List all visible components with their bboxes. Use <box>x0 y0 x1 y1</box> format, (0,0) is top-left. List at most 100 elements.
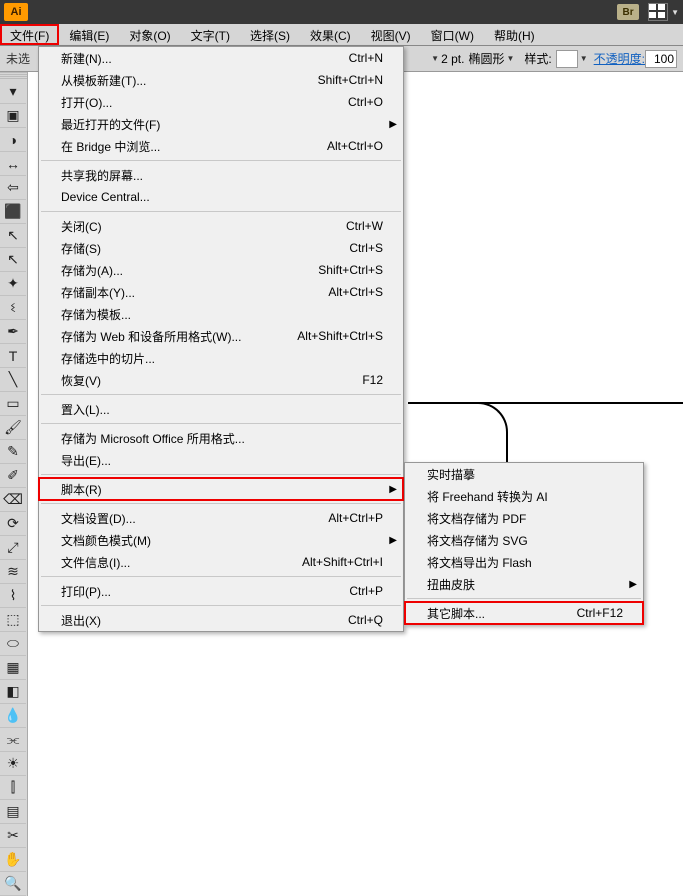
menu-item[interactable]: 扭曲皮肤▶ <box>405 573 643 595</box>
menu-shortcut: Ctrl+P <box>349 584 383 598</box>
menu-item[interactable]: 存储选中的切片... <box>39 347 403 369</box>
tool-zoom[interactable]: 🔍 <box>0 872 26 896</box>
script-submenu: 实时描摹将 Freehand 转换为 AI 将文档存储为 PDF 将文档存储为 SV… <box>404 462 644 625</box>
menu-item[interactable]: 退出(X)Ctrl+Q <box>39 609 403 631</box>
menu-效果[interactable]: 效果(C) <box>300 24 361 45</box>
menu-item[interactable]: 在 Bridge 中浏览...Alt+Ctrl+O <box>39 135 403 157</box>
menu-shortcut: F12 <box>362 373 383 387</box>
menu-item-label: 将文档存储为 PDF <box>427 510 623 527</box>
tool-freet[interactable]: ⬚ <box>0 608 26 632</box>
tool-graph[interactable]: ⫿ <box>0 776 26 800</box>
tool-direct[interactable]: ↖ <box>0 248 26 272</box>
menu-item[interactable]: 置入(L)... <box>39 398 403 420</box>
tool-rotate[interactable]: ⟳ <box>0 512 26 536</box>
tool-shape[interactable]: ⬭ <box>0 632 26 656</box>
tool-⬛[interactable]: ⬛ <box>0 200 26 224</box>
menu-item[interactable]: 存储副本(Y)...Alt+Ctrl+S <box>39 281 403 303</box>
panel-grip[interactable] <box>0 72 27 80</box>
menu-视图[interactable]: 视图(V) <box>361 24 421 45</box>
chevron-down-icon[interactable]: ▼ <box>506 54 514 63</box>
menu-item[interactable]: 关闭(C)Ctrl+W <box>39 215 403 237</box>
tool-scale[interactable]: ⤢ <box>0 536 26 560</box>
tool-▾[interactable]: ▾ <box>0 80 26 104</box>
menu-帮助[interactable]: 帮助(H) <box>484 24 545 45</box>
menu-item[interactable]: 共享我的屏幕... <box>39 164 403 186</box>
tool-eraser[interactable]: ⌫ <box>0 488 26 512</box>
tool-magic[interactable]: ✦ <box>0 272 26 296</box>
menu-item[interactable]: 存储为 Web 和设备所用格式(W)...Alt+Shift+Ctrl+S <box>39 325 403 347</box>
menu-item[interactable]: 存储为 Microsoft Office 所用格式... <box>39 427 403 449</box>
tool-artb[interactable]: ▤ <box>0 800 26 824</box>
tool-symbol[interactable]: ☀ <box>0 752 26 776</box>
opacity-label[interactable]: 不透明度: <box>594 50 645 67</box>
menu-item[interactable]: 恢复(V)F12 <box>39 369 403 391</box>
chevron-down-icon[interactable]: ▼ <box>671 8 679 17</box>
tool-rect[interactable]: ▭ <box>0 392 26 416</box>
menu-item[interactable]: 导出(E)... <box>39 449 403 471</box>
menu-separator <box>41 423 401 424</box>
tool-pencil[interactable]: ✎ <box>0 440 26 464</box>
tool-brush[interactable]: 🖌 <box>0 416 26 440</box>
tool-blob[interactable]: ✐ <box>0 464 26 488</box>
menu-item-label: 将文档导出为 Flash <box>427 554 623 571</box>
graphic-style-swatch[interactable] <box>556 50 578 68</box>
menu-item[interactable]: 其它脚本...Ctrl+F12 <box>405 602 643 624</box>
menu-编辑[interactable]: 编辑(E) <box>59 24 119 45</box>
menu-item[interactable]: Device Central... <box>39 186 403 208</box>
menu-item-label: 最近打开的文件(F) <box>61 116 383 133</box>
bridge-icon[interactable]: Br <box>617 4 639 20</box>
menu-item[interactable]: 将 Freehand 转换为 AI <box>405 485 643 507</box>
menu-item[interactable]: 文件信息(I)...Alt+Shift+Ctrl+I <box>39 551 403 573</box>
tool-⇦[interactable]: ⇦ <box>0 176 26 200</box>
tool-◑[interactable]: ◑ <box>0 128 26 152</box>
tools-panel: ▾▣◑↔⇦⬛↖↖✦ଽ✒T╲▭🖌✎✐⌫⟳⤢≋⌇⬚⬭▦◧💧⫘☀⫿▤✂✋🔍 <box>0 72 28 896</box>
menu-item[interactable]: 将文档存储为 PDF <box>405 507 643 529</box>
menu-item[interactable]: 存储为(A)...Shift+Ctrl+S <box>39 259 403 281</box>
arrange-docs-icon[interactable] <box>649 4 667 20</box>
menu-item[interactable]: 将文档导出为 Flash <box>405 551 643 573</box>
tool-lasso[interactable]: ଽ <box>0 296 26 320</box>
tool-▣[interactable]: ▣ <box>0 104 26 128</box>
tool-grad[interactable]: ◧ <box>0 680 26 704</box>
chevron-down-icon[interactable]: ▼ <box>431 54 439 63</box>
menu-文件[interactable]: 文件(F) <box>0 24 59 45</box>
menu-item[interactable]: 文档设置(D)...Alt+Ctrl+P <box>39 507 403 529</box>
tool-eyedrop[interactable]: 💧 <box>0 704 26 728</box>
menu-item[interactable]: 从模板新建(T)...Shift+Ctrl+N <box>39 69 403 91</box>
menu-item[interactable]: 存储为模板... <box>39 303 403 325</box>
menu-item-label: 新建(N)... <box>61 50 349 67</box>
menu-item-label: 存储选中的切片... <box>61 350 383 367</box>
menu-item[interactable]: 存储(S)Ctrl+S <box>39 237 403 259</box>
menu-item[interactable]: 新建(N)...Ctrl+N <box>39 47 403 69</box>
menu-item[interactable]: 实时描摹 <box>405 463 643 485</box>
chevron-right-icon: ▶ <box>389 535 397 546</box>
tool-line[interactable]: ╲ <box>0 368 26 392</box>
menu-对象[interactable]: 对象(O) <box>119 24 180 45</box>
tool-warp[interactable]: ⌇ <box>0 584 26 608</box>
menu-item[interactable]: 将文档存储为 SVG <box>405 529 643 551</box>
menu-item[interactable]: 文档颜色模式(M)▶ <box>39 529 403 551</box>
menu-文字[interactable]: 文字(T) <box>181 24 240 45</box>
chevron-down-icon[interactable]: ▼ <box>580 54 588 63</box>
stroke-weight[interactable]: 2 pt. <box>441 52 464 66</box>
opacity-input[interactable] <box>645 50 677 68</box>
menu-窗口[interactable]: 窗口(W) <box>421 24 484 45</box>
tool-width[interactable]: ≋ <box>0 560 26 584</box>
stroke-profile[interactable]: 椭圆形 <box>468 50 504 67</box>
tool-pen[interactable]: ✒ <box>0 320 26 344</box>
menu-选择[interactable]: 选择(S) <box>240 24 300 45</box>
tool-hand[interactable]: ✋ <box>0 848 26 872</box>
menu-item[interactable]: 脚本(R)▶ <box>39 478 403 500</box>
menu-shortcut: Alt+Shift+Ctrl+I <box>302 555 383 569</box>
tool-↔[interactable]: ↔ <box>0 152 26 176</box>
menu-item[interactable]: 打开(O)...Ctrl+O <box>39 91 403 113</box>
tool-mesh[interactable]: ▦ <box>0 656 26 680</box>
tool-slice[interactable]: ✂ <box>0 824 26 848</box>
menu-item[interactable]: 打印(P)...Ctrl+P <box>39 580 403 602</box>
tool-cursor[interactable]: ↖ <box>0 224 26 248</box>
tool-type[interactable]: T <box>0 344 26 368</box>
menu-item-label: 共享我的屏幕... <box>61 167 383 184</box>
tool-blend[interactable]: ⫘ <box>0 728 26 752</box>
menu-item-label: 文档设置(D)... <box>61 510 328 527</box>
menu-item[interactable]: 最近打开的文件(F)▶ <box>39 113 403 135</box>
